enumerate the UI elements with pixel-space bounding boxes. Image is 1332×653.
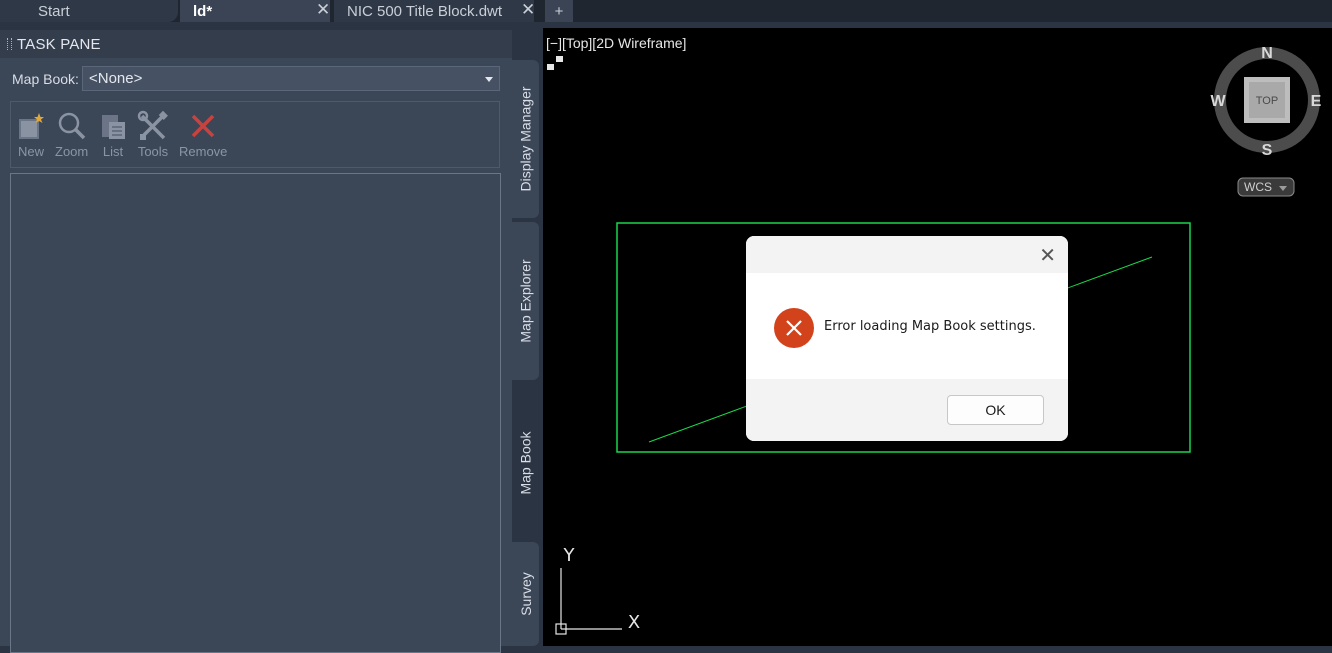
magnifier-icon <box>58 112 85 140</box>
dialog-close-icon[interactable]: ✕ <box>1039 243 1056 268</box>
tab-survey[interactable]: Survey <box>512 542 539 646</box>
new-book-icon <box>19 113 44 139</box>
viewcube[interactable]: TOP N S E W <box>1210 45 1321 159</box>
viewcube-top-face: TOP <box>1256 95 1278 107</box>
tab-map-explorer[interactable]: Map Explorer <box>512 222 539 380</box>
tools-button[interactable]: Tools <box>136 110 170 159</box>
chevron-down-icon <box>485 77 493 82</box>
map-book-label: Map Book: <box>12 71 79 87</box>
dialog-title-bar[interactable]: ✕ <box>746 236 1068 273</box>
grip-icon[interactable] <box>7 38 12 50</box>
task-pane-title: TASK PANE <box>17 35 101 53</box>
document-tab-bar: Start ld* ✕ NIC 500 Title Block.dwt ✕ + <box>0 0 1332 22</box>
tools-label: Tools <box>137 144 169 159</box>
compass-west: W <box>1210 93 1226 110</box>
compass-east: E <box>1311 93 1322 110</box>
map-book-select[interactable]: <None> <box>82 66 500 91</box>
tab-nic-close-icon[interactable]: ✕ <box>521 0 535 20</box>
new-label: New <box>17 144 44 159</box>
error-dialog: ✕ Error loading Map Book settings. OK <box>746 236 1068 441</box>
remove-button[interactable]: Remove <box>179 110 227 159</box>
map-book-tree-panel[interactable] <box>10 173 501 653</box>
task-pane-side-tabs: Display Manager Map Explorer Map Book Su… <box>512 58 540 646</box>
tab-ld[interactable]: ld* ✕ <box>180 0 330 22</box>
tab-ld-close-icon[interactable]: ✕ <box>316 0 330 20</box>
new-button[interactable]: New <box>15 110 47 159</box>
wcs-label: WCS <box>1244 180 1272 194</box>
ucs-y-axis-label: Y <box>563 545 576 566</box>
map-book-row: Map Book: <None> <box>12 66 500 92</box>
task-pane: TASK PANE Map Book: <None> New Zoom List… <box>0 30 512 653</box>
tab-map-explorer-label: Map Explorer <box>517 259 534 343</box>
tab-ld-label: ld* <box>193 2 213 20</box>
task-pane-header[interactable]: TASK PANE <box>0 30 512 58</box>
wcs-menu-button[interactable]: WCS <box>1237 177 1295 197</box>
ucs-icon <box>555 568 622 635</box>
compass-north: N <box>1261 45 1273 62</box>
tab-nic-label: NIC 500 Title Block.dwt <box>347 2 503 20</box>
error-icon <box>774 308 814 348</box>
red-x-icon <box>191 114 215 138</box>
ucs-x-axis-label: X <box>628 612 640 633</box>
list-label: List <box>102 144 124 159</box>
tab-start[interactable]: Start <box>0 0 178 22</box>
list-icon <box>102 115 125 139</box>
dialog-body: Error loading Map Book settings. <box>746 273 1068 379</box>
add-tab-button[interactable]: + <box>545 0 573 22</box>
list-button[interactable]: List <box>97 110 129 159</box>
tab-survey-label: Survey <box>517 572 534 616</box>
tab-start-label: Start <box>38 2 70 20</box>
tab-map-book[interactable]: Map Book <box>512 384 539 542</box>
remove-label: Remove <box>179 144 228 159</box>
zoom-label: Zoom <box>55 144 89 159</box>
wrench-screwdriver-icon <box>137 110 168 140</box>
tab-display-manager-label: Display Manager <box>517 86 534 192</box>
tab-map-book-label: Map Book <box>517 431 534 495</box>
tab-nic-title-block[interactable]: NIC 500 Title Block.dwt ✕ <box>334 0 535 22</box>
tab-display-manager[interactable]: Display Manager <box>512 60 539 218</box>
dialog-footer: OK <box>746 379 1068 441</box>
map-book-select-value: <None> <box>89 70 143 87</box>
compass-south: S <box>1262 142 1273 159</box>
ok-button[interactable]: OK <box>947 395 1044 425</box>
error-message: Error loading Map Book settings. <box>824 319 1036 334</box>
map-book-toolbar: New Zoom List Tools Remove <box>10 101 500 168</box>
navigation-glyph-icon[interactable] <box>547 56 563 70</box>
zoom-button[interactable]: Zoom <box>55 110 88 159</box>
